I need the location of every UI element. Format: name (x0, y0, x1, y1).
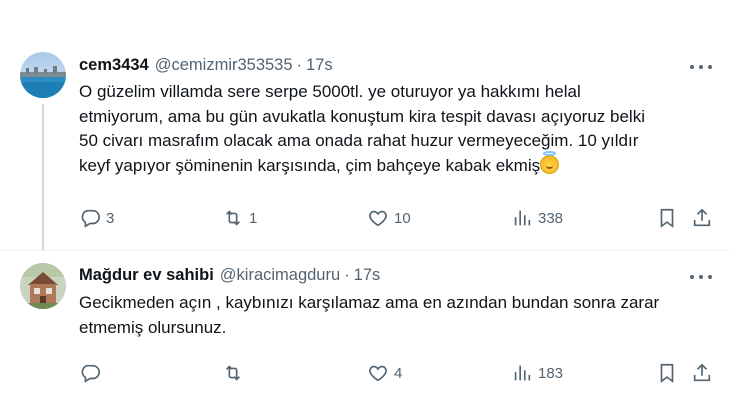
heart-icon (369, 365, 387, 382)
tweet[interactable]: cem3434 @cemizmir353535 · 17s O güzelim … (0, 0, 730, 250)
display-name[interactable]: cem3434 (79, 55, 149, 75)
smiling-face-with-halo-icon (540, 150, 560, 174)
more-options-icon[interactable] (690, 58, 712, 76)
share-button[interactable] (691, 206, 713, 230)
heart-icon (369, 210, 387, 227)
bookmark-icon (660, 208, 674, 228)
avatar[interactable] (20, 263, 66, 309)
tweet-text: Gecikmeden açın , kaybınızı karşılamaz a… (79, 293, 660, 337)
like-button[interactable]: 10 (367, 206, 411, 230)
bookmark-icon (660, 363, 674, 383)
timestamp[interactable]: 17s (354, 265, 381, 285)
avatar[interactable] (20, 52, 66, 98)
retweet-button[interactable] (222, 361, 249, 385)
retweet-button[interactable]: 1 (222, 206, 257, 230)
share-icon (693, 363, 711, 382)
bookmark-button[interactable] (656, 206, 678, 230)
view-count: 183 (538, 364, 564, 382)
retweet-icon (225, 365, 241, 381)
user-handle[interactable]: @kiracimagduru (220, 265, 340, 285)
display-name[interactable]: Mağdur ev sahibi (79, 265, 214, 285)
reply-icon (81, 364, 100, 383)
analytics-icon (514, 210, 531, 226)
analytics-icon (514, 365, 531, 381)
tweet-header: Mağdur ev sahibi @kiracimagduru · 17s (79, 265, 380, 285)
thread-line (42, 104, 44, 250)
action-bar: 4 183 (79, 361, 719, 385)
share-button[interactable] (691, 361, 713, 385)
bookmark-button[interactable] (656, 361, 678, 385)
more-options-icon[interactable] (690, 268, 712, 286)
user-handle[interactable]: @cemizmir353535 (155, 55, 293, 75)
tweet[interactable]: Mağdur ev sahibi @kiracimagduru · 17s Ge… (0, 250, 730, 420)
reply-icon (81, 209, 100, 228)
view-count: 338 (538, 209, 564, 227)
action-bar: 3 1 10 338 (79, 206, 719, 230)
like-count: 10 (394, 209, 411, 227)
tweet-text: O güzelim villamda sere serpe 5000tl. ye… (79, 80, 704, 178)
timestamp[interactable]: 17s (306, 55, 333, 75)
separator-dot: · (344, 266, 350, 284)
reply-button[interactable] (79, 361, 106, 385)
retweet-count: 1 (249, 209, 258, 227)
reply-button[interactable]: 3 (79, 206, 114, 230)
separator-dot: · (296, 56, 303, 74)
tweet-header: cem3434 @cemizmir353535 · 17s (79, 55, 333, 75)
tweet-text-content: O güzelim villamda sere serpe 5000tl. ye… (79, 82, 645, 175)
like-count: 4 (394, 364, 403, 382)
views-button[interactable]: 338 (511, 206, 563, 230)
retweet-icon (225, 210, 241, 226)
share-icon (693, 208, 711, 227)
like-button[interactable]: 4 (367, 361, 402, 385)
reply-count: 3 (106, 209, 115, 227)
views-button[interactable]: 183 (511, 361, 563, 385)
